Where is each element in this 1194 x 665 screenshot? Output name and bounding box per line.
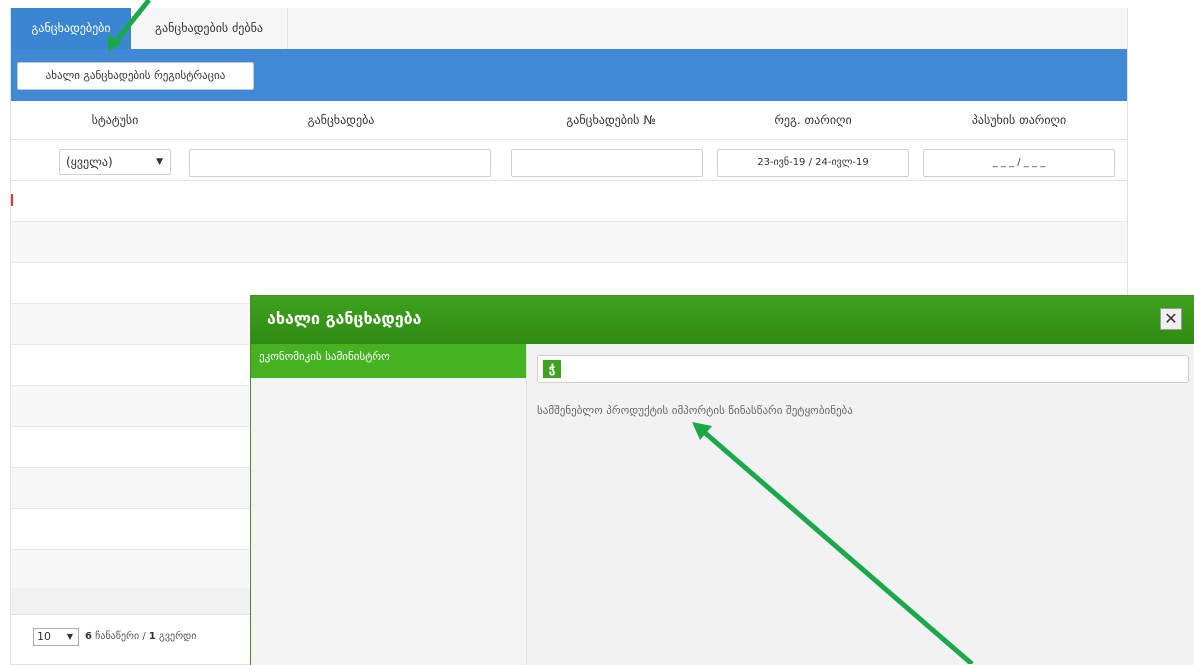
new-application-registration-button[interactable]: ახალი განცხადების რეგისტრაცია bbox=[17, 62, 254, 90]
column-header-number[interactable]: განცხადების № bbox=[511, 101, 711, 139]
dialog-header: ახალი განცხადება ✕ bbox=[251, 296, 1194, 344]
status-filter-value: (ყველა) bbox=[66, 155, 113, 169]
page-size-select[interactable]: 10 ▼ bbox=[33, 628, 79, 646]
reg-date-filter-input[interactable]: 23-ივნ-19 / 24-ივლ-19 bbox=[717, 149, 909, 177]
application-filter-input[interactable] bbox=[189, 149, 491, 177]
tab-application-search[interactable]: განცხადების ძებნა bbox=[131, 8, 288, 49]
tab-applications[interactable]: განცხადებები bbox=[11, 8, 131, 49]
records-label: ჩანაწერი / bbox=[95, 631, 146, 642]
table-row[interactable] bbox=[11, 181, 1127, 222]
service-result-item[interactable]: სამშენებლო პროდუქტის იმპორტის წინასწარი … bbox=[537, 404, 853, 417]
page-size-value: 10 bbox=[37, 630, 51, 643]
pages-label: გვერდი bbox=[159, 631, 197, 642]
dialog-title: ახალი განცხადება bbox=[267, 309, 422, 328]
column-header-reg-date[interactable]: რეგ. თარიღი bbox=[717, 101, 909, 139]
status-filter-select[interactable]: (ყველა) ▼ bbox=[59, 149, 171, 175]
number-filter-input[interactable] bbox=[511, 149, 703, 177]
column-header-answer-date[interactable]: პასუხის თარიღი bbox=[923, 101, 1115, 139]
table-row[interactable] bbox=[11, 222, 1127, 263]
records-count: 6 bbox=[85, 631, 92, 642]
column-header-application[interactable]: განცხადება bbox=[191, 101, 491, 139]
ministry-list: ეკონომიკის სამინისტრო bbox=[251, 344, 527, 665]
toolbar: ახალი განცხადების რეგისტრაცია bbox=[11, 49, 1127, 101]
tab-bar: განცხადებები განცხადების ძებნა bbox=[11, 8, 1127, 50]
chevron-down-icon: ▼ bbox=[66, 632, 73, 641]
filter-row: (ყველა) ▼ 23-ივნ-19 / 24-ივლ-19 _ _ _ / … bbox=[11, 140, 1127, 181]
pages-count: 1 bbox=[148, 631, 156, 642]
chevron-down-icon: ▼ bbox=[156, 157, 163, 167]
table-header: სტატუსი განცხადება განცხადების № რეგ. თა… bbox=[11, 101, 1127, 140]
service-search-input[interactable] bbox=[566, 358, 1180, 382]
answer-date-filter-input[interactable]: _ _ _ / _ _ _ bbox=[923, 149, 1115, 177]
service-search-field[interactable]: ჭ bbox=[537, 355, 1189, 383]
new-application-dialog: ახალი განცხადება ✕ ეკონომიკის სამინისტრო… bbox=[250, 295, 1194, 665]
pagination-info: 6 ჩანაწერი / 1 გვერდი bbox=[85, 631, 196, 642]
filter-icon[interactable]: ჭ bbox=[543, 360, 561, 378]
column-header-status[interactable]: სტატუსი bbox=[59, 101, 171, 139]
sidebar-item-economy-ministry[interactable]: ეკონომიკის სამინისტრო bbox=[251, 344, 526, 378]
close-icon[interactable]: ✕ bbox=[1160, 308, 1182, 330]
